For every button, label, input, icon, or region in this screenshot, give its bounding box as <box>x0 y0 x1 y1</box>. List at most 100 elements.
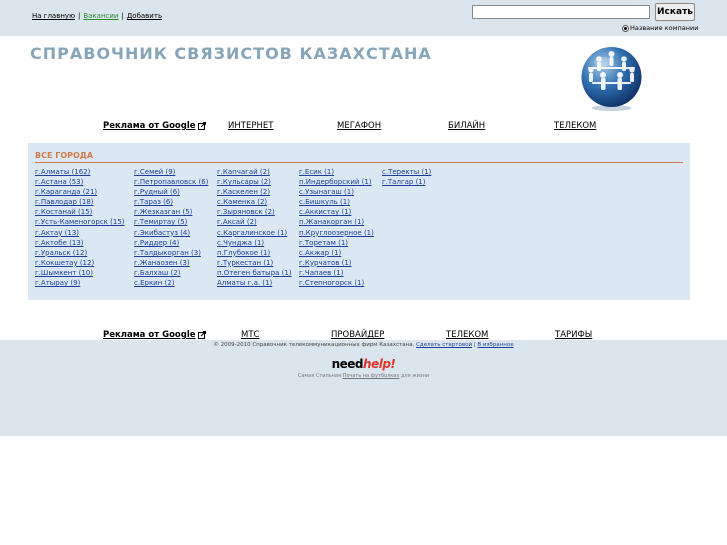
radio-label: Название компании <box>630 24 699 32</box>
globe-people-logo <box>581 47 642 111</box>
city-link[interactable]: г.Усть-Каменогорск (15) <box>35 217 125 227</box>
menu-tariffs[interactable]: ТАРИФЫ <box>555 330 592 340</box>
cities-column: с.Теректы (1) г.Талгар (1) <box>382 167 431 187</box>
city-link[interactable]: г.Каскелен (2) <box>217 187 292 197</box>
divider <box>35 162 683 163</box>
city-link[interactable]: г.Жанаозен (3) <box>134 258 208 268</box>
search-input[interactable] <box>472 5 650 19</box>
city-link[interactable]: с.Аккистау (1) <box>299 207 374 217</box>
city-link[interactable]: г.Талдыкорган (3) <box>134 248 208 258</box>
site-title: СПРАВОЧНИК СВЯЗИСТОВ КАЗАХСТАНА <box>30 44 432 63</box>
city-link[interactable]: г.Торетам (1) <box>299 238 374 248</box>
home-link[interactable]: На главную <box>32 12 75 20</box>
city-link[interactable]: с.Чунджа (1) <box>217 238 292 248</box>
city-link[interactable]: г.Семей (9) <box>134 167 208 177</box>
top-links: На главную | Вакансии | Добавить <box>32 12 162 20</box>
city-link[interactable]: г.Степногорск (1) <box>299 278 374 288</box>
city-link[interactable]: г.Атырау (9) <box>35 278 125 288</box>
add-link[interactable]: Добавить <box>127 12 162 20</box>
cities-column: г.Капчагай (2) г.Кульсары (2) г.Каскелен (… <box>217 167 292 288</box>
city-link[interactable]: г.Чапаев (1) <box>299 268 374 278</box>
cities-column: г.Есик (1) п.Индерборский (1) с.Узынагаш (… <box>299 167 374 288</box>
city-link[interactable]: с.Каменка (2) <box>217 197 292 207</box>
menu-cell: ПРОВАЙДЕР <box>331 330 384 340</box>
city-link[interactable]: г.Актобе (13) <box>35 238 125 248</box>
needhelp-logo[interactable]: needhelp! <box>0 357 727 371</box>
city-link[interactable]: г.Тараз (6) <box>134 197 208 207</box>
city-link[interactable]: г.Петропавловск (6) <box>134 177 208 187</box>
external-link-icon <box>197 331 206 339</box>
google-ads-link[interactable]: Реклама от Google <box>103 121 206 131</box>
menu-internet[interactable]: ИНТЕРНЕТ <box>228 121 273 131</box>
city-link[interactable]: г.Балхаш (2) <box>134 268 208 278</box>
city-link[interactable]: п.Круглоозерное (1) <box>299 228 374 238</box>
menu-megafon[interactable]: МЕГАФОН <box>337 121 381 131</box>
menu-cell: ТАРИФЫ <box>555 330 592 340</box>
city-link[interactable]: с.Бишкуль (1) <box>299 197 374 207</box>
search-button[interactable]: Искать <box>655 3 695 21</box>
menu-telecom-bottom[interactable]: ТЕЛЕКОМ <box>446 330 488 340</box>
menu-telecom[interactable]: ТЕЛЕКОМ <box>554 121 596 131</box>
city-link[interactable]: г.Рудный (6) <box>134 187 208 197</box>
city-link[interactable]: г.Караганда (21) <box>35 187 125 197</box>
city-link[interactable]: с.Узынагаш (1) <box>299 187 374 197</box>
city-link[interactable]: Алматы г.а. (1) <box>217 278 292 288</box>
city-link[interactable]: г.Костанай (15) <box>35 207 125 217</box>
menu-beeline[interactable]: БИЛАЙН <box>448 121 485 131</box>
cities-column: г.Алматы (162) г.Астана (53) г.Караганда (… <box>35 167 125 288</box>
city-link[interactable]: г.Уральск (12) <box>35 248 125 258</box>
favorites-link[interactable]: В избранное <box>477 342 513 348</box>
city-link[interactable]: г.Экибастуз (4) <box>134 228 208 238</box>
city-link[interactable]: г.Есик (1) <box>299 167 374 177</box>
tshirt-print-link[interactable]: Печать на футболках <box>343 373 400 379</box>
menu-provider[interactable]: ПРОВАЙДЕР <box>331 330 384 340</box>
city-link[interactable]: п.Глубокое (1) <box>217 248 292 258</box>
footer-band <box>0 340 727 436</box>
city-link[interactable]: г.Кульсары (2) <box>217 177 292 187</box>
caption-before: Самая Стильная <box>297 373 341 379</box>
ads-label: Реклама от Google <box>103 121 196 131</box>
city-link[interactable]: г.Алматы (162) <box>35 167 125 177</box>
city-link[interactable]: г.Жезказган (5) <box>134 207 208 217</box>
city-link[interactable]: с.Еркин (2) <box>134 278 208 288</box>
city-link[interactable]: г.Зыряновск (2) <box>217 207 292 217</box>
needhelp-need: need <box>331 357 364 371</box>
copyright: © 2009-2010 Справочник телекоммуникацион… <box>0 342 727 348</box>
city-link[interactable]: г.Темиртау (5) <box>134 217 208 227</box>
caption-after: для жизни <box>400 373 430 379</box>
city-link[interactable]: г.Кокшетау (12) <box>35 258 125 268</box>
city-link[interactable]: г.Астана (53) <box>35 177 125 187</box>
menu-cell: ТЕЛЕКОМ <box>446 330 488 340</box>
city-link[interactable]: г.Талгар (1) <box>382 177 431 187</box>
separator: | <box>473 342 476 348</box>
city-link[interactable]: г.Шымкент (10) <box>35 268 125 278</box>
top-bar: На главную | Вакансии | Добавить Искать Назв… <box>0 0 727 36</box>
city-link[interactable]: с.Теректы (1) <box>382 167 431 177</box>
city-link[interactable]: г.Актау (13) <box>35 228 125 238</box>
external-link-icon <box>197 122 206 130</box>
menu-cell: БИЛАЙН <box>448 121 485 131</box>
city-link[interactable]: п.Отеген батыра (1) <box>217 268 292 278</box>
menu-cell: ТЕЛЕКОМ <box>554 121 596 131</box>
top-menu-ads: Реклама от Google <box>103 121 206 131</box>
google-ads-link[interactable]: Реклама от Google <box>103 330 206 340</box>
city-link[interactable]: п.Индерборский (1) <box>299 177 374 187</box>
needhelp-caption: Самая Стильная Печать на футболках для ж… <box>0 373 727 379</box>
bottom-menu-ads: Реклама от Google <box>103 330 206 340</box>
needhelp-help: help! <box>363 357 396 371</box>
city-link[interactable]: г.Курчатов (1) <box>299 258 374 268</box>
city-link[interactable]: г.Аксай (2) <box>217 217 292 227</box>
menu-mts[interactable]: МТС <box>241 330 259 340</box>
city-link[interactable]: г.Капчагай (2) <box>217 167 292 177</box>
company-name-radio[interactable] <box>622 24 629 32</box>
city-link[interactable]: с.Каргалинское (1) <box>217 228 292 238</box>
city-link[interactable]: г.Риддер (4) <box>134 238 208 248</box>
city-link[interactable]: г.Павлодар (18) <box>35 197 125 207</box>
city-link[interactable]: п.Жанакорган (1) <box>299 217 374 227</box>
city-link[interactable]: г.Туркестан (1) <box>217 258 292 268</box>
menu-cell: МТС <box>241 330 259 340</box>
vacancies-link[interactable]: Вакансии <box>83 12 118 20</box>
set-homepage-link[interactable]: Сделать стартовой <box>416 342 472 348</box>
city-link[interactable]: с.Акжар (1) <box>299 248 374 258</box>
search-mode: Название компании <box>622 24 698 32</box>
